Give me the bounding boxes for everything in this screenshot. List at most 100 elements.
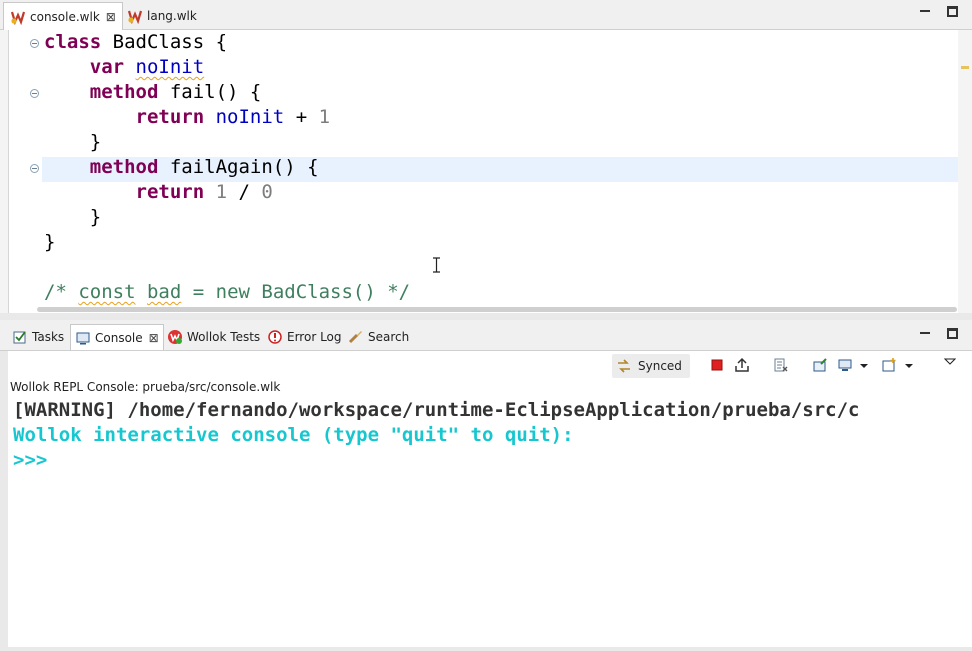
editor-tabbar: console.wlk ⊠ lang.wlk [0,0,972,30]
terminate-icon[interactable] [709,357,725,373]
pin-console-icon[interactable] [812,357,828,373]
code-token: failAgain() { [158,156,319,178]
code-line: class BadClass { [44,30,227,55]
error-log-icon [268,330,282,344]
close-tab-icon[interactable]: ⊠ [149,331,159,345]
code-token: } [89,206,102,228]
display-console-icon[interactable] [837,357,853,373]
tab-label: Wollok Tests [187,330,261,344]
console-output-line: >>> [13,449,48,471]
code-token: 0 [261,181,273,203]
tab-lang-wlk[interactable]: lang.wlk [121,2,203,29]
clear-console-icon[interactable] [773,357,789,373]
code-token: noInit [215,106,285,128]
view-menu-icon[interactable] [944,354,956,370]
tab-label: Search [368,330,410,344]
console-toolbar: Synced [8,351,972,381]
code-token: = new BadClass() */ [181,281,411,303]
fold-toggle-icon[interactable] [30,39,39,48]
editor-pane: console.wlk ⊠ lang.wlk class BadClass { … [0,0,972,318]
code-line: } [44,205,101,230]
code-token: 1 [215,181,228,203]
console-output-line: [WARNING] /home/fernando/workspace/runti… [13,399,860,421]
overview-ruler [958,30,972,313]
code-token: fail() { [158,81,262,103]
wollok-file-icon [10,11,26,25]
sync-icon [618,359,630,373]
code-token: class [44,31,102,53]
code-token: /* [44,281,79,303]
code-token: return [135,181,205,203]
chevron-down-icon[interactable] [904,357,914,373]
code-token: const [78,281,136,303]
warning-ruler-mark[interactable] [961,66,969,69]
code-line: } [44,130,101,155]
synced-button[interactable]: Synced [612,354,690,378]
console-tabbar: Tasks Console ⊠ Wollok Tests Error Log S… [0,320,972,351]
new-console-icon[interactable] [881,357,897,373]
code-token: / [227,181,262,203]
tab-label: lang.wlk [147,8,197,23]
code-token: var [89,56,125,78]
console-icon [76,332,90,344]
code-line: method failAgain() { [44,155,319,180]
code-token: + [284,106,319,128]
close-tab-icon[interactable]: ⊠ [106,10,116,24]
console-window-controls [920,328,958,339]
wollok-tests-icon [168,330,182,344]
tab-tasks[interactable]: Tasks [8,324,68,350]
code-token: method [89,156,159,178]
code-token: BadClass { [101,31,228,53]
console-title: Wollok REPL Console: prueba/src/console.… [10,380,281,394]
code-line: } [44,230,55,255]
minimize-icon[interactable] [920,6,931,17]
code-line: return noInit + 1 [44,105,331,130]
code-line: method fail() { [44,80,262,105]
chevron-down-icon[interactable] [859,357,869,373]
tab-label: Error Log [287,330,342,344]
tab-label: Tasks [32,330,65,344]
code-token: } [89,131,102,153]
text-cursor-icon [433,257,440,273]
tab-search[interactable]: Search [344,324,413,350]
code-token: 1 [318,106,331,128]
code-line: var noInit [44,55,204,80]
wollok-file-icon [127,10,143,24]
tasks-icon [13,331,26,344]
maximize-icon[interactable] [947,328,958,339]
search-icon [348,331,362,344]
code-line: return 1 / 0 [44,180,273,205]
tab-label: console.wlk [30,9,100,24]
minimize-icon[interactable] [920,328,931,339]
tab-console[interactable]: Console ⊠ [70,324,164,350]
code-token: return [135,106,205,128]
fold-toggle-icon[interactable] [30,89,39,98]
tab-wollok-tests[interactable]: Wollok Tests [163,324,264,350]
editor-left-gutter [0,30,8,313]
synced-label: Synced [638,359,682,373]
code-token: } [44,231,56,253]
fold-toggle-icon[interactable] [30,164,39,173]
console-output[interactable]: Synced Wollok REPL Console: prueba/src/c… [8,351,972,647]
maximize-icon[interactable] [947,6,958,17]
tab-console-wlk[interactable]: console.wlk ⊠ [3,2,123,30]
code-token: noInit [135,56,205,78]
console-pane: Tasks Console ⊠ Wollok Tests Error Log S… [0,320,972,651]
tab-error-log[interactable]: Error Log [263,324,346,350]
horizontal-scrollbar[interactable] [37,307,957,312]
export-icon[interactable] [734,357,750,373]
code-editor[interactable]: class BadClass { var noInit method fail(… [8,30,959,313]
code-token: method [89,81,159,103]
code-line: /* const bad = new BadClass() */ [44,280,410,305]
